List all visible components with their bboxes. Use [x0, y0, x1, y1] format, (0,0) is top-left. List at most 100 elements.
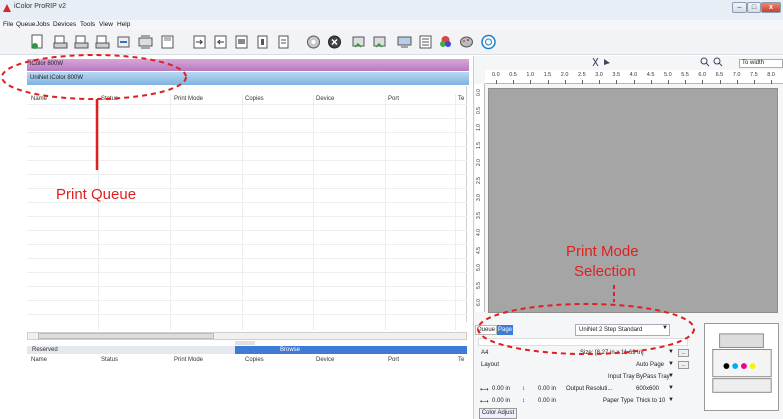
printer-tab-label: iColor 800W: [30, 61, 64, 67]
column-header-status[interactable]: Status: [101, 96, 118, 102]
menu-devices[interactable]: Devices: [53, 20, 76, 30]
menu-view[interactable]: View: [99, 20, 113, 30]
ruler-tick: [564, 80, 566, 84]
grid-col-line: [242, 94, 243, 330]
column-header-port[interactable]: Port: [388, 96, 399, 102]
offset-bottom-field[interactable]: 0.00 in: [538, 398, 556, 404]
queue-icon[interactable]: [138, 34, 153, 50]
zoom-select[interactable]: To width: [739, 59, 783, 68]
list-icon[interactable]: [418, 34, 433, 50]
rip-icon[interactable]: [255, 34, 270, 50]
reserved-column-print-mode[interactable]: Print Mode: [174, 357, 203, 363]
print-icon[interactable]: [74, 34, 89, 50]
paper-size-more-button[interactable]: ...: [678, 349, 689, 357]
ruler-tick: [530, 80, 532, 84]
route-icon[interactable]: [372, 34, 387, 50]
offset-left-field[interactable]: 0.00 in: [492, 386, 510, 392]
menu-tools[interactable]: Tools: [80, 20, 95, 30]
ruler-tick: [668, 80, 669, 84]
close-button[interactable]: x: [761, 2, 781, 13]
cut-icon[interactable]: [591, 57, 613, 67]
grid-row-line: [27, 286, 467, 287]
ruler-label: 6.5: [715, 72, 724, 78]
minimize-button[interactable]: –: [732, 2, 747, 13]
column-header-copies[interactable]: Copies: [245, 96, 264, 102]
import-icon[interactable]: [192, 34, 207, 50]
layout-more-button[interactable]: ...: [678, 361, 689, 369]
reserved-column-device[interactable]: Device: [316, 357, 334, 363]
browse-tab[interactable]: [235, 346, 467, 354]
output-resolution-label: Output Resoluti...: [566, 386, 613, 392]
duplicate-icon[interactable]: [234, 34, 249, 50]
column-header-name[interactable]: Name: [31, 96, 47, 102]
column-header-device[interactable]: Device: [316, 96, 334, 102]
export-icon[interactable]: [213, 34, 228, 50]
layout-value[interactable]: Auto Page: [636, 362, 664, 368]
vertical-ruler-label: 1.5: [476, 141, 482, 149]
reserved-column-te[interactable]: Te: [458, 357, 464, 363]
network-icon[interactable]: [397, 34, 412, 50]
chevron-down-icon[interactable]: ▼: [668, 349, 674, 355]
grid-col-line: [313, 94, 314, 330]
width-offset-icon: ⟷: [480, 399, 489, 405]
vertical-ruler-label: 5.0: [476, 264, 482, 271]
width-offset-icon: ⟷: [480, 387, 489, 393]
menu-jobs[interactable]: Jobs: [36, 20, 50, 30]
maximize-button[interactable]: □: [747, 2, 761, 13]
new-job-icon[interactable]: [30, 34, 45, 50]
palette-icon[interactable]: [459, 34, 474, 50]
ruler-label: 6.0: [698, 72, 707, 78]
tab-queue[interactable]: Queue: [475, 325, 497, 335]
hold-icon[interactable]: [116, 34, 131, 50]
output-resolution-value[interactable]: 600x600: [636, 386, 659, 392]
route-icon[interactable]: [351, 34, 366, 50]
color-adjust-button[interactable]: Color Adjust: [479, 408, 517, 419]
input-tray-value[interactable]: ByPass Tray: [636, 374, 670, 380]
print-icon[interactable]: [95, 34, 110, 50]
column-header-te[interactable]: Te: [458, 96, 464, 102]
chevron-down-icon[interactable]: ▼: [668, 373, 674, 379]
chevron-down-icon[interactable]: ▼: [668, 397, 674, 403]
settings-icon[interactable]: [306, 34, 321, 50]
pane-splitter-handle[interactable]: [235, 341, 255, 345]
help-icon[interactable]: [481, 34, 496, 50]
save-icon[interactable]: [160, 34, 175, 50]
zoom-in-icon[interactable]: [700, 57, 710, 67]
delete-icon[interactable]: [327, 34, 342, 50]
reserved-column-name[interactable]: Name: [31, 357, 47, 363]
printer-tab-uninet-icolor-800w[interactable]: [27, 72, 469, 85]
ruler-label: 7.0: [732, 72, 741, 78]
offset-right-field[interactable]: 0.00 in: [492, 398, 510, 404]
ruler-label: 7.5: [750, 72, 758, 78]
column-header-print-mode[interactable]: Print Mode: [174, 96, 203, 102]
app-logo-icon: [3, 4, 11, 12]
print-mode-select[interactable]: UniNet 2 Step Standard: [575, 324, 670, 336]
paper-type-value[interactable]: Thick to 10: [636, 398, 665, 404]
print-mode-detail-field[interactable]: [478, 338, 688, 346]
offset-top-field[interactable]: 0.00 in: [538, 386, 556, 392]
height-offset-icon: ↕: [522, 386, 525, 392]
reserved-column-status[interactable]: Status: [101, 357, 118, 363]
zoom-out-icon[interactable]: [713, 57, 723, 67]
preview-tools: [591, 57, 613, 69]
grid-row-line: [27, 146, 467, 147]
menu-file[interactable]: File: [3, 20, 13, 30]
queue-scrollbar-thumb[interactable]: [38, 333, 214, 339]
layout-label: Layout: [481, 362, 500, 368]
reserved-column-port[interactable]: Port: [388, 357, 399, 363]
reserved-title: Reserved: [32, 347, 58, 353]
chevron-down-icon[interactable]: ▼: [668, 361, 674, 367]
settings-icon[interactable]: [276, 34, 291, 50]
reserved-column-copies[interactable]: Copies: [245, 357, 264, 363]
tab-page[interactable]: Page: [497, 325, 513, 335]
chevron-down-icon[interactable]: ▼: [662, 325, 668, 331]
paper-size-value: Size: [8.27 in x 11.69 in]: [580, 350, 644, 356]
chevron-down-icon[interactable]: ▼: [668, 385, 674, 391]
printer-tab-icolor-800w[interactable]: [27, 59, 469, 71]
ruler-tick: [599, 80, 601, 84]
print-icon[interactable]: [53, 34, 68, 50]
paint-icon[interactable]: [438, 34, 453, 50]
grid-row-line: [27, 314, 467, 315]
menu-queue[interactable]: Queue: [16, 20, 36, 30]
menu-help[interactable]: Help: [117, 20, 130, 30]
